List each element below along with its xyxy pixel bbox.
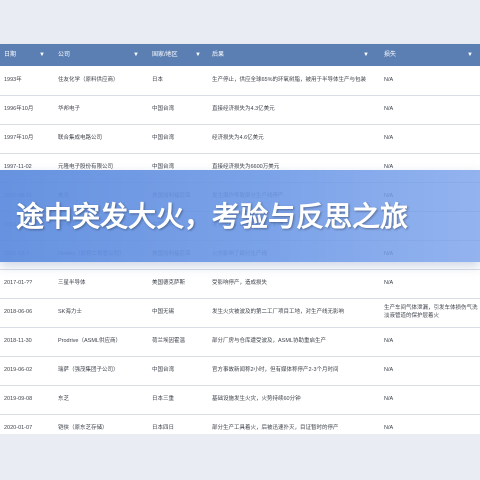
cell-consequence: 部分厂房与仓库遭受波及，ASML协助重启生产 [212, 338, 326, 344]
cell-consequence: 基础设施发生火灾，火势持续60分钟 [212, 396, 301, 402]
cell-company: 瑞萨（强茂集团子公司） [58, 367, 119, 373]
cell-region: 中国台湾 [152, 135, 175, 141]
cell-company: 华邦电子 [58, 106, 81, 112]
cell-company: 联合集成电路公司 [58, 135, 103, 141]
table-row[interactable]: 2018-06-06 SK海力士 中国无锡 发生火灾被波及的第二工厂项目工地，对生产线… [0, 298, 480, 328]
cell-region: 美国德克萨斯 [152, 280, 186, 286]
table-header: 日期 ▼ 公司 ▼ 国家/地区 ▼ 后果 ▼ 损失 ▼ [0, 44, 480, 66]
table-row[interactable]: 1993年 住友化学（原料供应商） 日本 生产停止，供应全球65%的环氧树脂，被用于半… [0, 66, 480, 96]
cell-region: 中国无锡 [152, 309, 175, 315]
cell-date: 2019-09-08 [4, 396, 33, 402]
table-row[interactable]: 2018-11-30 Prodrive（ASML供应商） 荷兰埃因霍温 部分厂房与仓库… [0, 327, 480, 357]
cell-company: Prodrive（ASML供应商） [58, 338, 121, 344]
cell-date: 2017-01-?? [4, 280, 33, 286]
cell-company: 三星半导体 [58, 280, 86, 286]
column-header-region[interactable]: 国家/地区 ▼ [152, 44, 204, 66]
cell-date: 2018-06-06 [4, 309, 33, 315]
cell-loss: N/A [384, 77, 394, 83]
cell-loss: N/A [384, 396, 394, 402]
cell-consequence: 经济损失为4.6亿美元 [212, 135, 264, 141]
cell-loss: N/A [384, 367, 394, 373]
banner-title: 途中突发大火，考验与反思之旅 [16, 200, 409, 233]
cell-region: 日本 [152, 77, 164, 83]
cell-consequence: 受影响停产，造成损失 [212, 280, 268, 286]
cell-consequence: 直接经济损失为4.3亿美元 [212, 106, 275, 112]
table-row[interactable]: 2017-01-?? 三星半导体 美国德克萨斯 受影响停产，造成损失 N/A [0, 269, 480, 299]
cell-loss: N/A [384, 106, 394, 112]
cell-date: 2019-06-02 [4, 367, 33, 373]
cell-consequence: 生产停止，供应全球65%的环氧树脂，被用于半导体生产与包装 [212, 77, 367, 83]
cell-loss: 生产车间气体泄漏，引发车体损伤气洗淡液管道的保护层着火 [384, 305, 478, 319]
cell-region: 中国台湾 [152, 106, 175, 112]
column-header-consequence[interactable]: 后果 ▼ [212, 44, 372, 66]
cell-region: 中国台湾 [152, 367, 175, 373]
cell-loss: N/A [384, 280, 394, 286]
table-row[interactable]: 2019-06-02 瑞萨（强茂集团子公司） 中国台湾 官方事故新闻称2小时，但有媒体… [0, 356, 480, 386]
cell-company: 住友化学（原料供应商） [58, 77, 119, 83]
title-banner: 途中突发大火，考验与反思之旅 [0, 170, 480, 262]
cell-date: 1996年10月 [4, 106, 34, 112]
cell-loss: N/A [384, 338, 394, 344]
cell-consequence: 发生火灾被波及的第二工厂项目工地，对生产线无影响 [212, 309, 345, 315]
column-header-loss[interactable]: 损失 ▼ [384, 44, 476, 66]
table-row[interactable]: 1997年10月 联合集成电路公司 中国台湾 经济损失为4.6亿美元 N/A [0, 124, 480, 154]
cell-company: 东芝 [58, 396, 70, 402]
background-strip [0, 434, 480, 480]
column-header-company[interactable]: 公司 ▼ [58, 44, 142, 66]
column-header-date[interactable]: 日期 ▼ [4, 44, 48, 66]
cell-date: 2018-11-30 [4, 338, 32, 344]
cell-loss: N/A [384, 135, 394, 141]
table-row[interactable]: 1996年10月 华邦电子 中国台湾 直接经济损失为4.3亿美元 N/A [0, 95, 480, 125]
cell-region: 日本三重 [152, 396, 175, 402]
cell-region: 荷兰埃因霍温 [152, 338, 186, 344]
cell-date: 1993年 [4, 77, 22, 83]
cell-date: 1997年10月 [4, 135, 34, 141]
cell-consequence: 官方事故新闻称2小时，但有媒体称停产2-3个月时间 [212, 367, 339, 373]
cell-company: SK海力士 [58, 309, 82, 315]
table-row[interactable]: 2019-09-08 东芝 日本三重 基础设施发生火灾，火势持续60分钟 N/A [0, 385, 480, 415]
